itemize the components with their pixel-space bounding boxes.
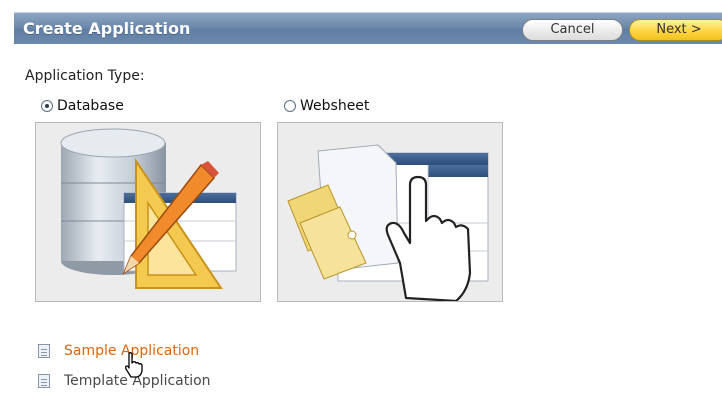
- websheet-option-card[interactable]: [277, 122, 503, 302]
- document-icon: [38, 374, 50, 388]
- radio-database-button[interactable]: [41, 100, 53, 112]
- page-title: Create Application: [23, 19, 191, 38]
- database-illustration-icon: [60, 128, 237, 289]
- radio-websheet[interactable]: Websheet: [284, 98, 369, 114]
- application-type-label: Application Type:: [25, 68, 145, 84]
- title-bar: Create Application Cancel Next >: [14, 12, 722, 44]
- websheet-illustration-icon: [287, 144, 489, 301]
- radio-database-label: Database: [57, 98, 124, 114]
- cancel-button[interactable]: Cancel: [522, 19, 623, 41]
- radio-database[interactable]: Database: [41, 98, 124, 114]
- radio-websheet-label: Websheet: [300, 98, 370, 114]
- sample-application-link[interactable]: Sample Application: [38, 343, 199, 359]
- next-button[interactable]: Next >: [629, 19, 722, 41]
- database-option-card[interactable]: [35, 122, 261, 302]
- hand-cursor-icon: [125, 352, 143, 378]
- radio-websheet-button[interactable]: [284, 100, 296, 112]
- document-icon: [38, 344, 50, 358]
